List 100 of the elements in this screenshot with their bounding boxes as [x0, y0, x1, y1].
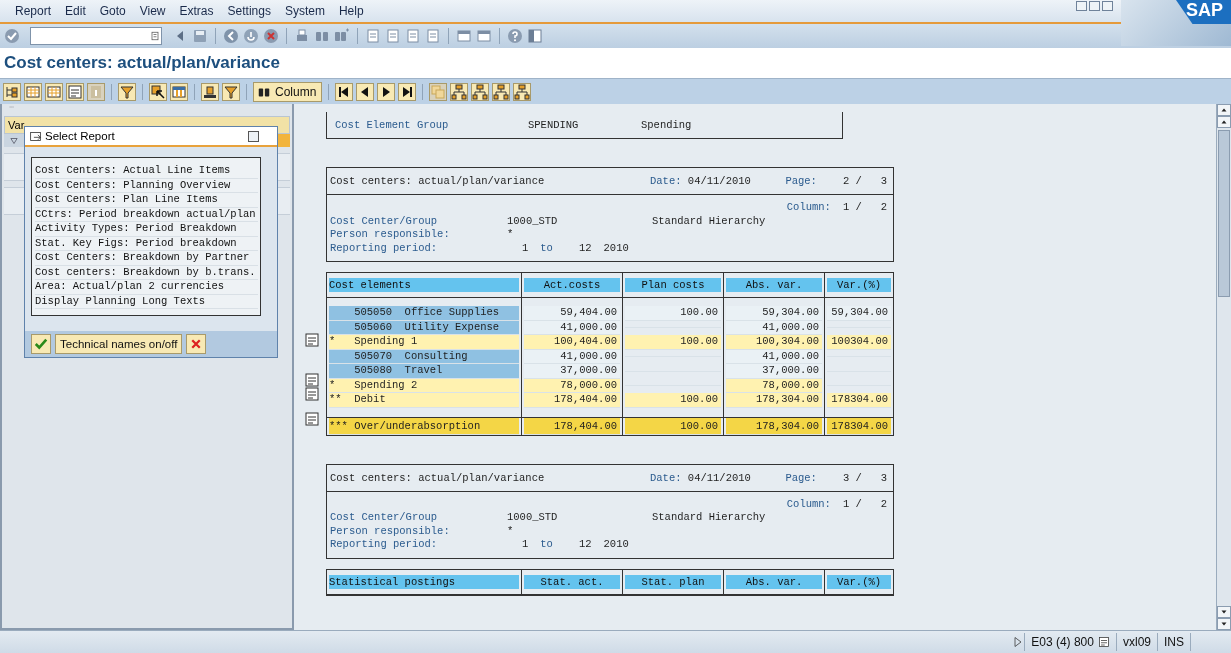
select-button[interactable]	[149, 82, 167, 101]
report-list-item[interactable]: Cost Centers: Breakdown by Partner	[35, 251, 258, 266]
filter-icon	[119, 83, 135, 100]
report-list-item[interactable]: Activity Types: Period Breakdown	[35, 222, 258, 237]
column-button[interactable]: Column	[253, 81, 323, 102]
amount-cell: 59,304.00	[827, 306, 891, 321]
layout-icon[interactable]	[527, 28, 543, 44]
report-list-item[interactable]: Area: Actual/plan 2 currencies	[35, 280, 258, 295]
tree-button[interactable]	[3, 82, 21, 101]
exit-icon[interactable]	[243, 28, 259, 44]
command-field[interactable]	[30, 27, 162, 45]
column-header: Var.(%)	[827, 574, 891, 589]
window-icon[interactable]	[476, 28, 492, 44]
field-value: Standard Hierarchy	[652, 511, 766, 525]
field-label: Person responsible:	[330, 524, 451, 538]
report-list-item[interactable]: Cost Centers: Actual Line Items	[35, 164, 258, 179]
technical-names-button[interactable]: Technical names on/off	[55, 334, 183, 354]
cancel-button[interactable]	[186, 334, 207, 354]
first-page-button[interactable]	[335, 82, 354, 101]
report-list-item[interactable]: CCtrs: Period breakdown actual/plan	[35, 207, 258, 222]
grid-button[interactable]	[24, 82, 42, 101]
field-label: Cost Center/Group	[330, 214, 439, 228]
dialog-title: Select Report	[45, 130, 116, 142]
column-header: Stat. act.	[524, 574, 620, 589]
hierarchy-icon	[451, 83, 468, 100]
menu-item[interactable]: View	[132, 4, 173, 18]
cancel-icon[interactable]	[263, 28, 279, 44]
amount-cell: 37,000.00	[726, 364, 822, 379]
menu-item[interactable]: Report	[8, 4, 59, 18]
pane-header: Var	[7, 119, 25, 131]
info-button[interactable]	[87, 82, 105, 101]
grid-button[interactable]	[45, 82, 63, 101]
find-next-icon[interactable]	[334, 28, 350, 44]
tray-button[interactable]	[201, 82, 219, 101]
list-icon[interactable]	[304, 410, 320, 427]
filter-button[interactable]	[118, 82, 136, 101]
cost-element-cell: ** Debit	[329, 393, 519, 408]
back-circle-icon[interactable]	[223, 28, 239, 44]
maximize-button[interactable]	[1089, 1, 1100, 11]
field-label: to	[540, 241, 553, 255]
date-value: 04/11/2010	[687, 471, 751, 484]
list-icon[interactable]	[304, 385, 320, 402]
scrollbar[interactable]	[1216, 104, 1231, 630]
field-label: Reporting period:	[330, 241, 439, 255]
filter-button[interactable]	[222, 82, 240, 101]
menu-item[interactable]: Goto	[92, 4, 133, 18]
hierarchy-button[interactable]	[450, 82, 469, 101]
help-icon[interactable]	[507, 28, 523, 44]
report-list-item[interactable]: Cost Centers: Plan Line Items	[35, 193, 258, 208]
menu-item[interactable]: Settings	[220, 4, 278, 18]
hierarchy-button[interactable]	[471, 82, 490, 101]
save-icon[interactable]	[192, 28, 208, 44]
menu-item[interactable]: Edit	[58, 4, 93, 18]
close-button[interactable]	[248, 130, 259, 142]
report-title: Cost centers: actual/plan/variance	[330, 175, 546, 187]
field-value: Spending	[641, 119, 692, 131]
menu-item[interactable]: Extras	[172, 4, 221, 18]
page-label: Page:	[785, 471, 817, 484]
column-number: 1 / 2	[842, 201, 887, 215]
list-icon	[67, 83, 83, 100]
print-icon[interactable]	[294, 28, 310, 44]
hierarchy-button[interactable]	[513, 82, 532, 101]
page-icon[interactable]	[425, 28, 441, 44]
report-list-item[interactable]: Stat. Key Figs: Period breakdown	[35, 236, 258, 251]
previous-page-button[interactable]	[356, 82, 375, 101]
column-header: Var.(%)	[827, 278, 891, 292]
amount-cell: 100,304.00	[726, 335, 822, 350]
close-button[interactable]	[1102, 1, 1113, 11]
column-header: Abs. var.	[726, 574, 822, 589]
amount-cell: 59,304.00	[726, 306, 822, 321]
check-icon	[34, 337, 48, 351]
field-value: Standard Hierarchy	[652, 214, 766, 228]
report-list-item[interactable]: Display Planning Long Texts	[35, 294, 258, 309]
filter-icon	[223, 83, 239, 100]
field-value: *	[507, 524, 514, 538]
menu-item[interactable]: System	[277, 4, 332, 18]
server-name: vxl09	[1115, 633, 1157, 651]
window-icon[interactable]	[456, 28, 472, 44]
confirm-button[interactable]	[31, 334, 51, 354]
column-label: Column:	[786, 497, 831, 511]
enter-icon[interactable]	[4, 28, 20, 44]
columns-button[interactable]	[170, 82, 188, 101]
page-icon[interactable]	[365, 28, 381, 44]
list-button[interactable]	[66, 82, 84, 101]
field-value: *	[507, 228, 514, 242]
triangle-icon[interactable]	[9, 135, 19, 146]
last-page-button[interactable]	[398, 82, 417, 101]
page-icon[interactable]	[405, 28, 421, 44]
list-icon[interactable]	[1097, 636, 1110, 648]
list-icon[interactable]	[304, 372, 320, 389]
amount-cell: 59,404.00	[524, 306, 620, 321]
report-list-item[interactable]: Cost Centers: Planning Overview	[35, 178, 258, 193]
minimize-button[interactable]	[1076, 1, 1087, 11]
next-page-button[interactable]	[377, 82, 396, 101]
menu-item[interactable]: Help	[331, 4, 371, 18]
list-icon[interactable]	[304, 331, 320, 348]
hierarchy-button[interactable]	[492, 82, 511, 101]
report-list-item[interactable]: Cost centers: Breakdown by b.trans.	[35, 265, 258, 280]
amount-cell: 178304.00	[827, 393, 891, 408]
page-icon[interactable]	[385, 28, 401, 44]
